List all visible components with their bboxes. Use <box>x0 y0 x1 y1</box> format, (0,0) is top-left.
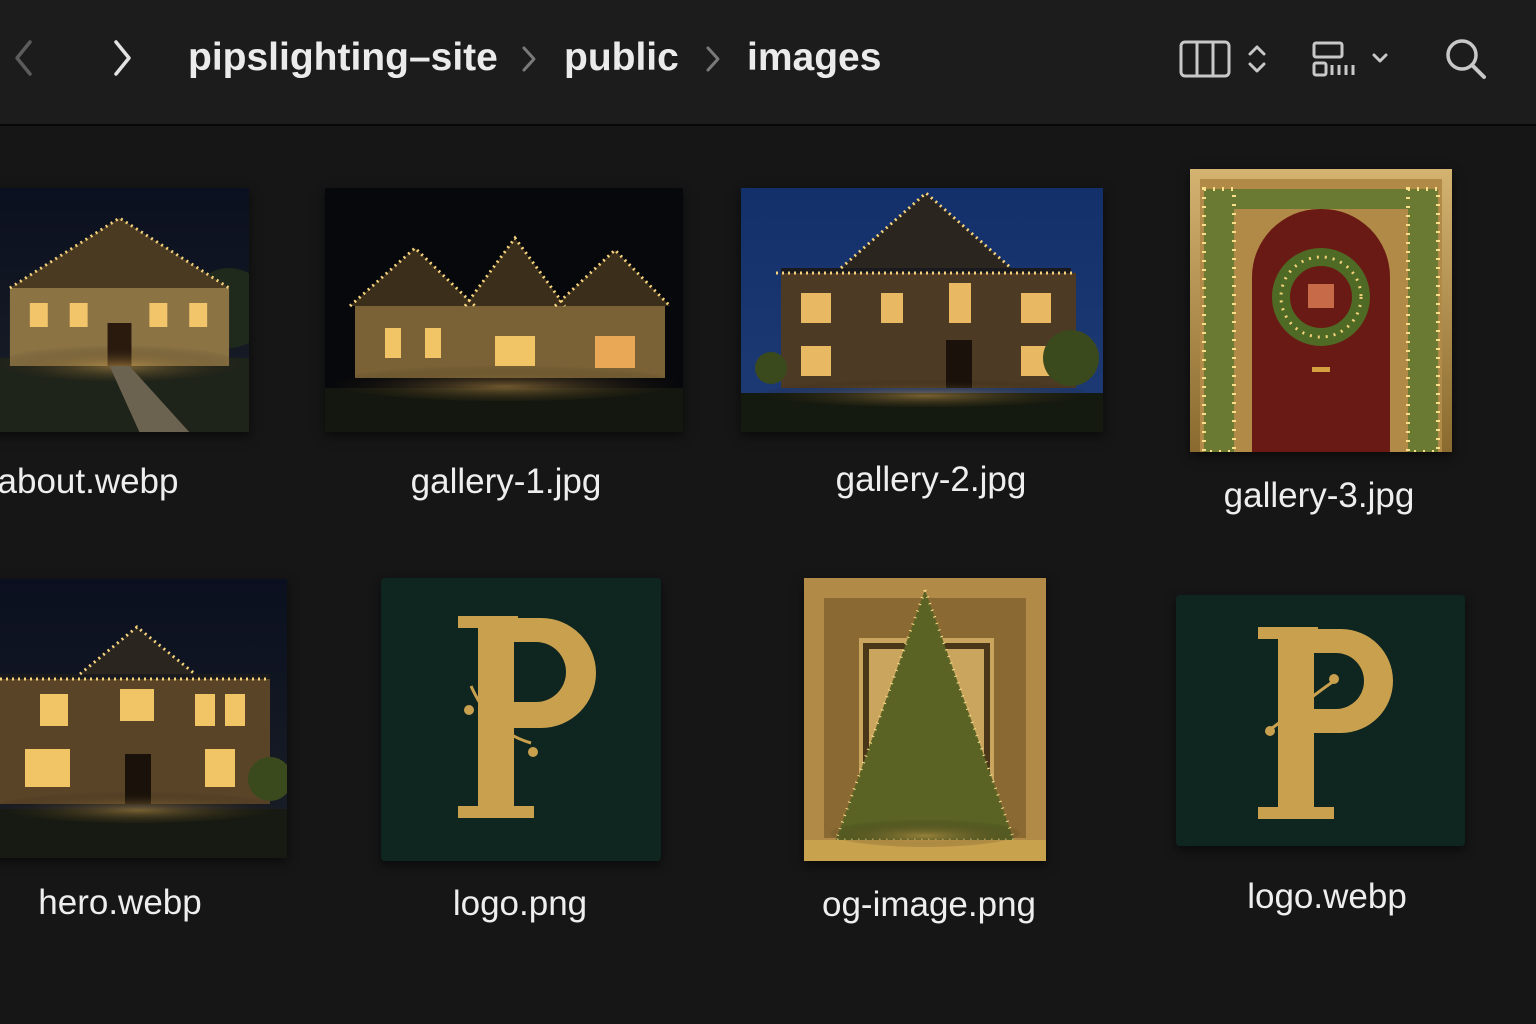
breadcrumb-separator-icon <box>706 46 720 72</box>
column-view-icon <box>1179 40 1231 78</box>
updown-chevron-icon <box>1248 45 1266 73</box>
chevron-left-icon <box>15 40 32 76</box>
logo-p-icon <box>381 578 661 861</box>
chevron-down-icon <box>1372 53 1388 63</box>
group-by-button[interactable] <box>1308 36 1394 82</box>
file-name-logo-png[interactable]: logo.png <box>453 882 587 926</box>
file-thumbnail-gallery-2[interactable] <box>741 188 1103 432</box>
file-name-og-image[interactable]: og-image.png <box>822 883 1036 927</box>
view-mode-button[interactable] <box>1176 36 1272 82</box>
file-name-gallery-1[interactable]: gallery-1.jpg <box>411 460 602 504</box>
house-photo-icon <box>741 188 1103 432</box>
file-grid: about.webp gallery-1.jpg gallery-2.jpg g… <box>0 126 1536 1024</box>
file-thumbnail-about[interactable] <box>0 188 249 432</box>
door-wreath-photo-icon <box>1190 169 1452 452</box>
file-name-about[interactable]: about.webp <box>0 460 178 504</box>
search-button[interactable] <box>1440 34 1492 84</box>
group-by-icon <box>1312 41 1355 77</box>
forward-button[interactable] <box>104 36 140 80</box>
file-thumbnail-logo-webp[interactable] <box>1176 595 1465 846</box>
house-photo-icon <box>0 188 249 432</box>
breadcrumb-item-images[interactable]: images <box>747 34 881 82</box>
house-photo-icon <box>325 188 683 432</box>
breadcrumb-item-pipslighting-site[interactable]: pipslighting–site <box>188 34 498 82</box>
search-icon <box>1446 39 1486 79</box>
christmas-tree-photo-icon <box>804 578 1046 861</box>
file-thumbnail-logo-png[interactable] <box>381 578 661 861</box>
back-button[interactable] <box>6 36 42 80</box>
breadcrumb-separator-icon <box>522 46 536 72</box>
file-name-gallery-3[interactable]: gallery-3.jpg <box>1224 474 1415 518</box>
file-name-logo-webp[interactable]: logo.webp <box>1247 875 1407 919</box>
house-photo-icon <box>0 579 287 858</box>
file-thumbnail-gallery-3[interactable] <box>1190 169 1452 452</box>
breadcrumb-item-public[interactable]: public <box>564 34 679 82</box>
logo-p-icon <box>1176 595 1465 846</box>
finder-toolbar: pipslighting–site public images <box>0 0 1536 126</box>
file-name-hero[interactable]: hero.webp <box>38 881 201 925</box>
chevron-right-icon <box>114 40 131 76</box>
file-thumbnail-og-image[interactable] <box>804 578 1046 861</box>
file-name-gallery-2[interactable]: gallery-2.jpg <box>836 458 1027 502</box>
file-thumbnail-hero[interactable] <box>0 579 287 858</box>
file-thumbnail-gallery-1[interactable] <box>325 188 683 432</box>
